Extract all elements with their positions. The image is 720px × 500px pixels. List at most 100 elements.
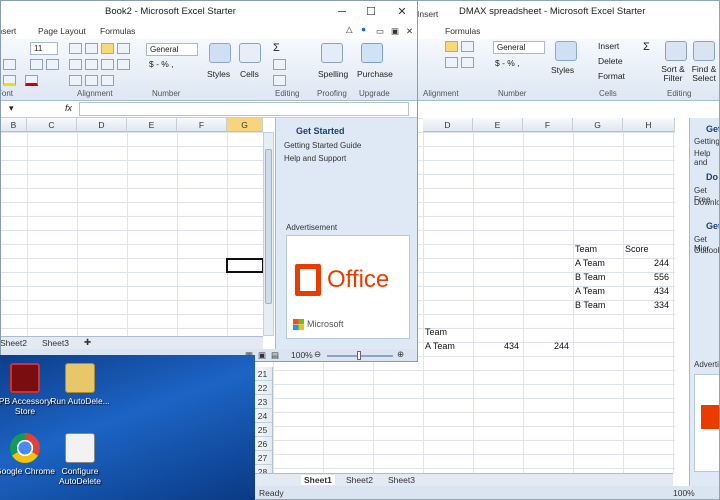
pane-get-started-heading[interactable]: Get xyxy=(706,124,719,134)
ribbon-minimize-icon[interactable]: △ xyxy=(346,24,353,35)
autosum-icon[interactable]: Σ xyxy=(273,42,280,54)
clear-icon[interactable] xyxy=(273,75,286,86)
close-icon[interactable]: ✕ xyxy=(391,4,413,20)
styles-icon[interactable] xyxy=(209,43,231,63)
worksheet-grid[interactable] xyxy=(1,132,263,336)
zoom-in-icon[interactable]: ⊕ xyxy=(397,349,404,360)
tab-formulas[interactable]: Formulas xyxy=(445,26,480,36)
sheet-tab-1[interactable]: Sheet1 xyxy=(301,475,335,485)
scrollbar-thumb[interactable] xyxy=(265,149,272,304)
column-header-e[interactable]: E xyxy=(473,118,523,132)
column-header-f[interactable]: F xyxy=(523,118,573,132)
column-header-c[interactable]: C xyxy=(27,118,77,132)
align-middle-icon[interactable] xyxy=(85,43,98,54)
pane-get-started-heading[interactable]: Get Started xyxy=(296,126,345,136)
styles-button[interactable]: Styles xyxy=(207,69,230,79)
active-cell[interactable] xyxy=(226,258,264,273)
fill-down-icon[interactable] xyxy=(273,59,286,70)
format-button[interactable]: Format xyxy=(598,71,625,81)
a-team-cell[interactable]: A Team xyxy=(423,339,457,353)
align-center-icon[interactable] xyxy=(85,59,98,70)
column-header-d[interactable]: D xyxy=(77,118,127,132)
row-header-25[interactable]: 25 xyxy=(253,423,273,437)
office-ad-image[interactable] xyxy=(694,374,719,472)
row-header-24[interactable]: 24 xyxy=(253,409,273,423)
number-symbols[interactable]: $ - % , xyxy=(495,58,520,68)
sheet-tab-2[interactable]: Sheet2 xyxy=(1,338,30,348)
window-close-icon[interactable]: ✕ xyxy=(406,26,413,37)
desktop-icon-configure-autodelete[interactable]: Configure AutoDelete xyxy=(48,433,112,486)
table-row[interactable]: B Team xyxy=(573,298,607,312)
merge-icon[interactable] xyxy=(461,57,474,68)
number-format-select[interactable]: General xyxy=(146,43,198,56)
styles-icon[interactable] xyxy=(555,41,577,61)
column-header-f[interactable]: F xyxy=(177,118,227,132)
minimize-icon[interactable]: ─ xyxy=(331,4,353,20)
tab-insert[interactable]: Insert xyxy=(1,26,16,36)
indent-decrease-icon[interactable] xyxy=(69,75,82,86)
zoom-level[interactable]: 100% xyxy=(673,488,695,498)
insert-button[interactable]: Insert xyxy=(598,41,619,51)
table-row[interactable]: 334 xyxy=(623,298,671,312)
align-center-icon[interactable] xyxy=(445,41,458,52)
font-color-icon[interactable] xyxy=(25,75,38,86)
table-row[interactable]: A Team xyxy=(573,284,607,298)
zoom-out-icon[interactable]: ⊖ xyxy=(314,349,321,360)
number-format-select[interactable]: General xyxy=(493,41,545,54)
window-minimize-icon[interactable]: ▭ xyxy=(376,26,384,37)
help-icon[interactable]: ● xyxy=(361,24,366,34)
align-top-icon[interactable] xyxy=(69,43,82,54)
name-box-dropdown[interactable]: ▾ xyxy=(9,103,14,114)
orientation-icon[interactable] xyxy=(117,43,130,54)
find-select-icon[interactable] xyxy=(693,41,715,61)
pane-link-help[interactable]: Help and xyxy=(694,149,719,167)
row-header-23[interactable]: 23 xyxy=(253,395,273,409)
cells-button[interactable]: Cells xyxy=(240,69,259,79)
sort-filter-button[interactable]: Sort & Filter xyxy=(658,65,688,83)
tab-formulas[interactable]: Formulas xyxy=(100,26,135,36)
pane-link-help-and-support[interactable]: Help and Support xyxy=(284,154,346,163)
table-row[interactable]: 434 xyxy=(623,284,671,298)
align-right-icon[interactable] xyxy=(461,41,474,52)
table-row[interactable]: B Team xyxy=(573,270,607,284)
insert-sheet-icon[interactable]: ✚ xyxy=(81,337,94,348)
column-header-b[interactable]: B xyxy=(1,118,27,132)
pane-link-getting-started-guide[interactable]: Getting Started Guide xyxy=(284,141,361,150)
pane-link-outlook[interactable]: Outlook xyxy=(694,246,719,255)
column-header-e[interactable]: E xyxy=(127,118,177,132)
value-cell-f[interactable]: 244 xyxy=(523,339,571,353)
formula-input[interactable] xyxy=(79,102,409,116)
spelling-icon[interactable] xyxy=(321,43,343,63)
row-header-22[interactable]: 22 xyxy=(253,381,273,395)
table-row[interactable]: A Team xyxy=(573,256,607,270)
autosum-icon[interactable]: Σ xyxy=(643,41,650,53)
column-header-g[interactable]: G xyxy=(227,118,263,132)
align-left-icon[interactable] xyxy=(69,59,82,70)
maximize-icon[interactable]: ☐ xyxy=(360,4,382,20)
table-row[interactable]: 244 xyxy=(623,256,671,270)
sheet-tab-2[interactable]: Sheet2 xyxy=(343,475,376,485)
tab-page-layout[interactable]: Page Layout xyxy=(38,26,86,36)
zoom-slider-thumb[interactable] xyxy=(357,351,361,360)
fill-color-icon[interactable] xyxy=(3,75,16,86)
find-select-button[interactable]: Find & Select xyxy=(689,65,719,83)
font-grow-icon[interactable] xyxy=(30,59,43,70)
team-label-cell[interactable]: Team xyxy=(423,325,449,339)
pane-get-heading[interactable]: Get xyxy=(706,221,719,231)
pane-link-download[interactable]: Downloa xyxy=(694,198,719,207)
sheet-tab-3[interactable]: Sheet3 xyxy=(39,338,72,348)
delete-button[interactable]: Delete xyxy=(598,56,623,66)
desktop-icon-run-autodelete[interactable]: Run AutoDele... xyxy=(48,363,112,406)
page-layout-icon[interactable]: ▣ xyxy=(258,350,266,361)
font-size-select[interactable]: 11 xyxy=(30,42,58,55)
bold-icon[interactable] xyxy=(3,59,16,70)
window-restore-icon[interactable]: ▣ xyxy=(391,26,399,37)
office-ad-image[interactable]: Office Microsoft xyxy=(286,235,410,339)
column-header-h[interactable]: H xyxy=(623,118,675,132)
indent-icon[interactable] xyxy=(445,57,458,68)
align-right-icon[interactable] xyxy=(101,59,114,70)
purchase-icon[interactable] xyxy=(361,43,383,63)
styles-button[interactable]: Styles xyxy=(551,65,574,75)
score-header-cell[interactable]: Score xyxy=(623,242,651,256)
merge-center-icon[interactable] xyxy=(101,75,114,86)
